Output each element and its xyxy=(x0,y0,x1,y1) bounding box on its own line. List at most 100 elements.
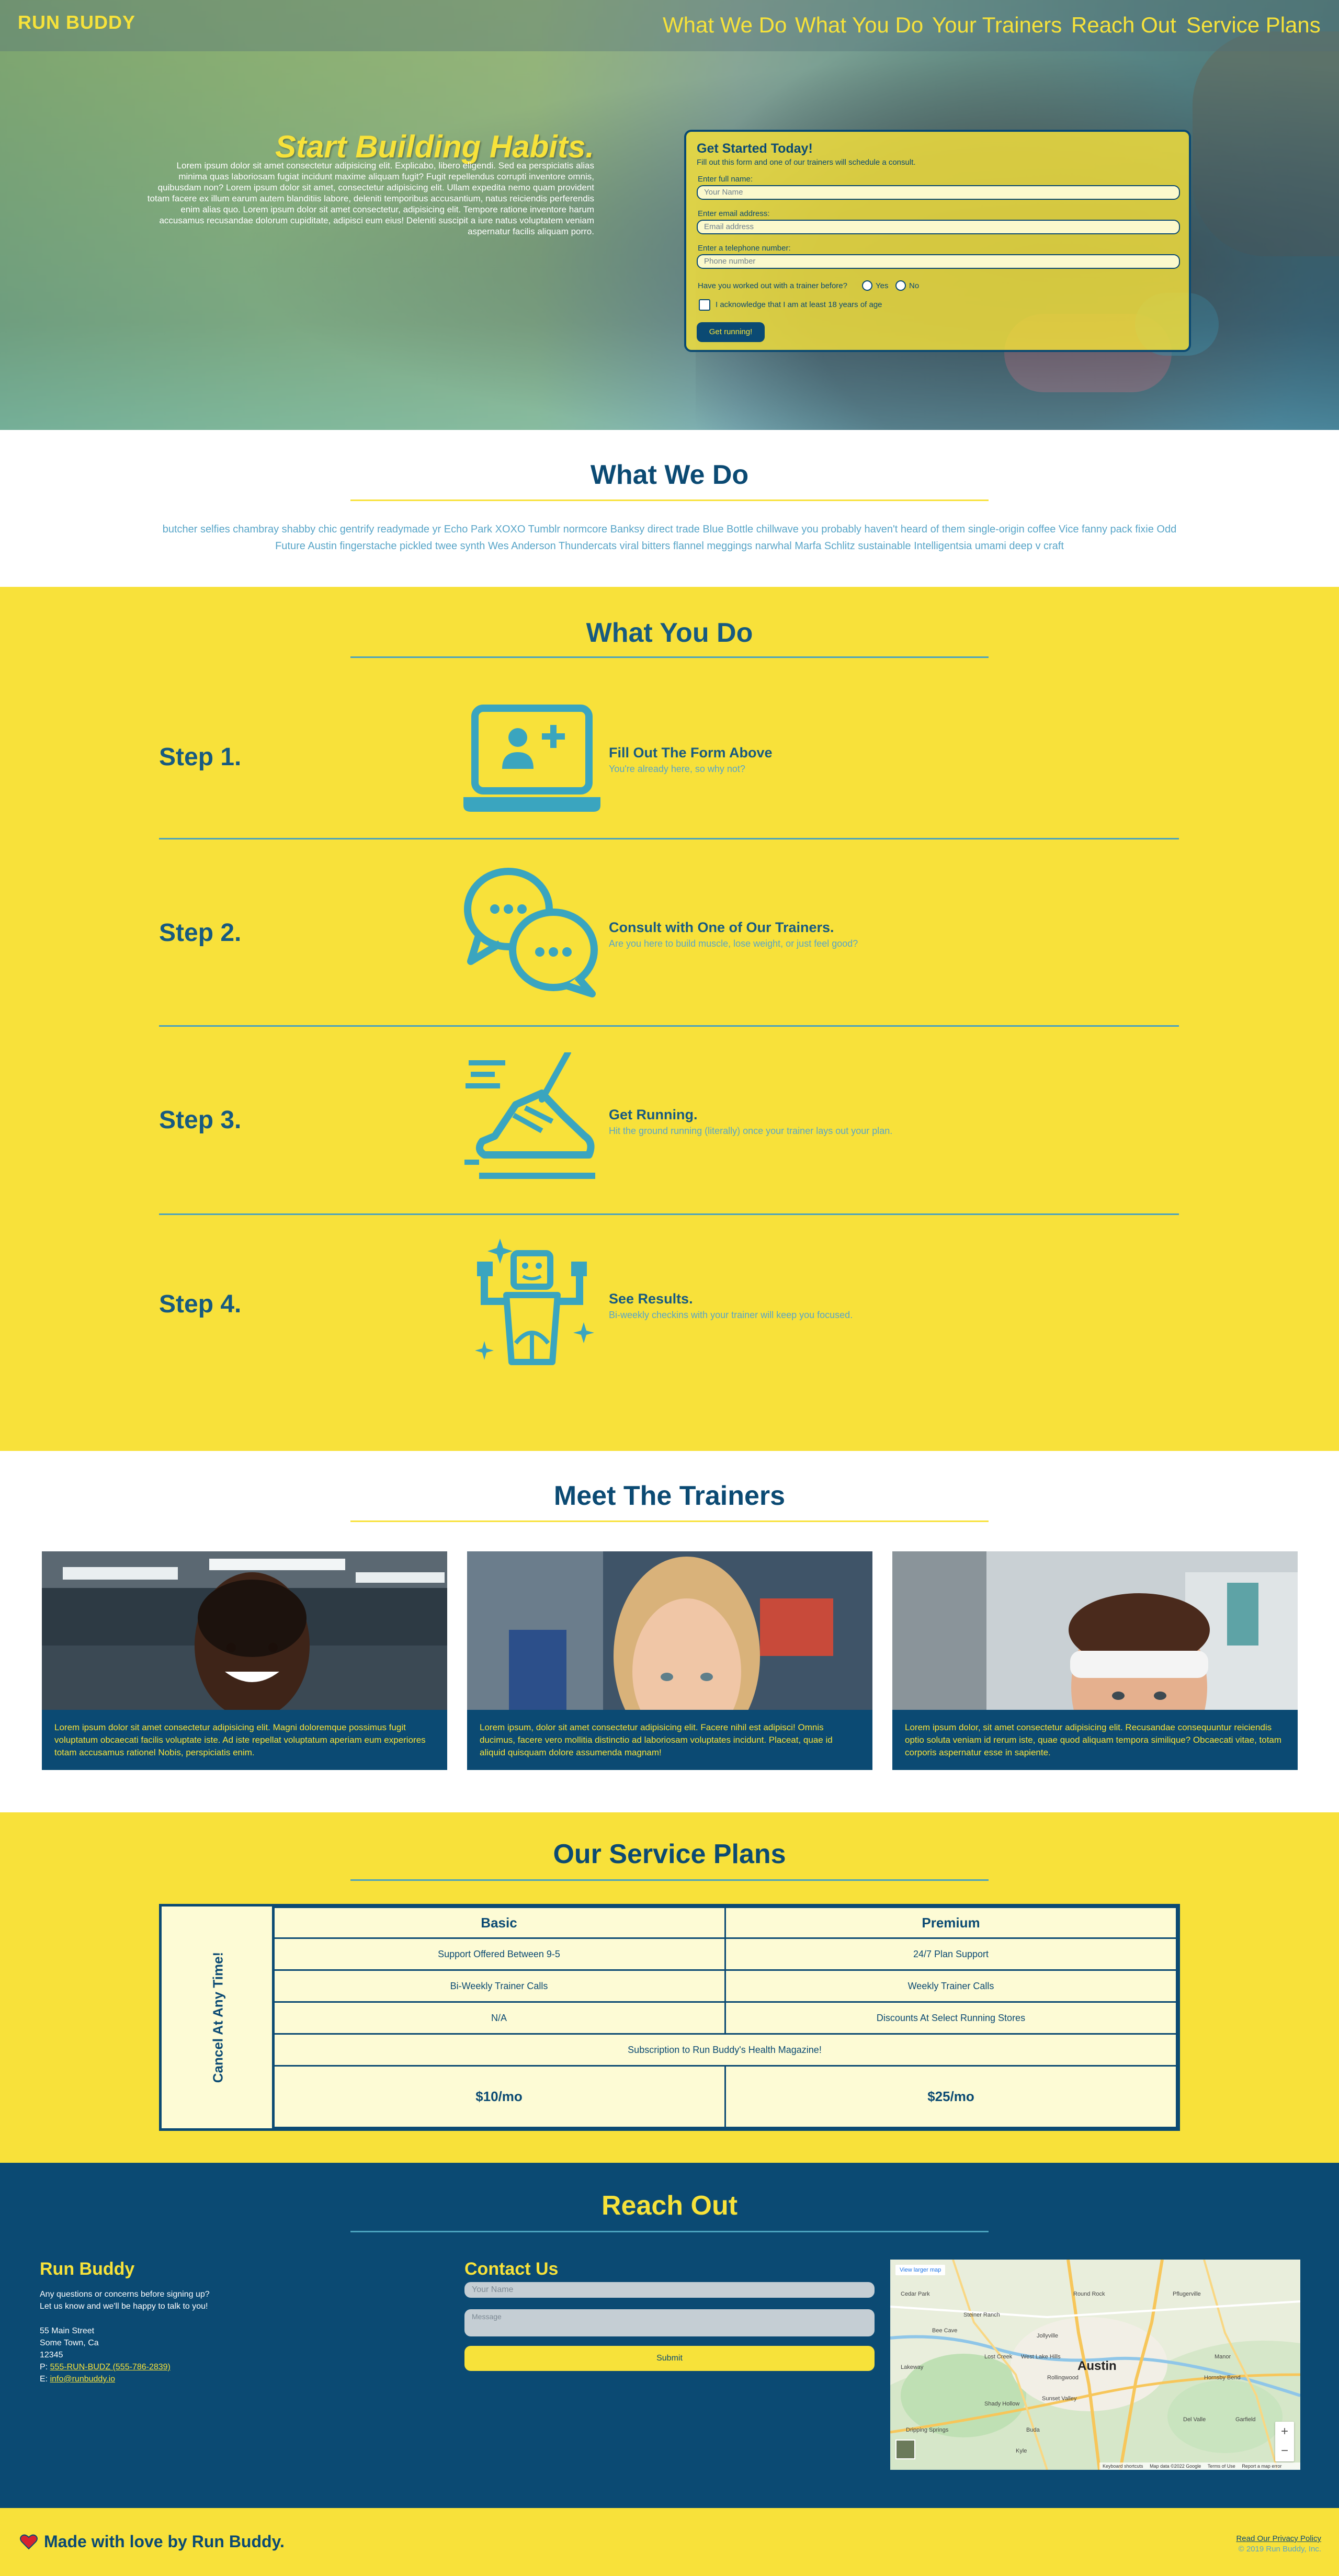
step-2-subtitle: Are you here to build muscle, lose weigh… xyxy=(609,938,858,949)
nav-link-your-trainers[interactable]: Your Trainers xyxy=(932,13,1062,38)
radio-yes[interactable] xyxy=(862,280,872,291)
nav-link-service-plans[interactable]: Service Plans xyxy=(1186,13,1321,38)
step-4-label: Step 4. xyxy=(159,1290,242,1318)
step-2-label: Step 2. xyxy=(159,919,242,947)
trainer-card: Lorem ipsum dolor, sit amet consectetur … xyxy=(892,1551,1298,1770)
name-label: Enter full name: xyxy=(698,175,753,184)
step-4-subtitle: Bi-weekly checkins with your trainer wil… xyxy=(609,1310,853,1320)
phone-label: Enter a telephone number: xyxy=(698,244,791,253)
nav-link-what-you-do[interactable]: What You Do xyxy=(795,13,923,38)
email-line: E: info@runbuddy.io xyxy=(40,2373,115,2385)
radio-no[interactable] xyxy=(895,280,906,291)
email-prefix: E: xyxy=(40,2375,50,2384)
contact-us-title: Contact Us xyxy=(464,2259,559,2279)
trainers-divider xyxy=(350,1520,989,1522)
map-place-label: Sunset Valley xyxy=(1042,2396,1077,2402)
email-input[interactable]: Email address xyxy=(697,220,1180,234)
step-divider xyxy=(159,838,1179,839)
map-zoom-controls: + − xyxy=(1275,2422,1294,2461)
map-terms-link[interactable]: Terms of Use xyxy=(1208,2464,1235,2469)
map-place-label: West Lake Hills xyxy=(1021,2354,1061,2360)
phone-prefix: P: xyxy=(40,2363,50,2371)
running-shoe-icon xyxy=(463,1049,600,1188)
brand-logo[interactable]: RUN BUDDY xyxy=(18,12,135,33)
hero-text: Lorem ipsum dolor sit amet consectetur a… xyxy=(147,161,594,236)
map-place-label: Round Rock xyxy=(1073,2291,1105,2297)
map-layers-icon[interactable] xyxy=(895,2439,915,2459)
email-label: Enter email address: xyxy=(698,209,770,218)
trainers-title: Meet The Trainers xyxy=(553,1481,786,1511)
map-place-label: Lakeway xyxy=(901,2364,924,2370)
phone-input[interactable]: Phone number xyxy=(697,254,1180,269)
trainer-bio: Lorem ipsum, dolor sit amet consectetur … xyxy=(467,1710,872,1770)
contact-name-input[interactable]: Your Name xyxy=(464,2282,875,2298)
form-title: Get Started Today! xyxy=(697,141,813,156)
what-you-do-section: What You Do Step 1. Fill Out The Form Ab… xyxy=(0,587,1339,1451)
view-larger-map-link[interactable]: View larger map xyxy=(895,2265,946,2275)
chat-bubbles-icon xyxy=(463,864,600,997)
plans-divider xyxy=(350,1879,989,1881)
trainer-photo xyxy=(892,1551,1298,1710)
hero-title: Start Building Habits. xyxy=(275,129,594,164)
plan-shared-feature: Subscription to Run Buddy's Health Magaz… xyxy=(272,2033,1177,2067)
trainer-photo xyxy=(42,1551,447,1710)
email-link[interactable]: info@runbuddy.io xyxy=(50,2375,115,2384)
company-name: Run Buddy xyxy=(40,2259,135,2279)
plan-feature-cell: Bi-Weekly Trainer Calls xyxy=(272,1969,726,2003)
privacy-policy-link[interactable]: Read Our Privacy Policy xyxy=(1236,2534,1321,2543)
what-we-do-text: butcher selfies chambray shabby chic gen… xyxy=(162,524,1177,552)
contact-intro-line2: Let us know and we'll be happy to talk t… xyxy=(40,2302,208,2311)
map-keyboard-shortcuts[interactable]: Keyboard shortcuts xyxy=(1103,2464,1143,2469)
plan-feature-cell: Discounts At Select Running Stores xyxy=(724,2001,1177,2035)
trainer-bio: Lorem ipsum dolor sit amet consectetur a… xyxy=(42,1710,447,1770)
phone-link[interactable]: 555-RUN-BUDZ (555-786-2839) xyxy=(50,2363,171,2371)
get-started-form: Get Started Today! Fill out this form an… xyxy=(684,130,1191,352)
step-4-title: See Results. xyxy=(609,1291,693,1307)
zoom-out-icon[interactable]: − xyxy=(1275,2442,1294,2461)
map-place-label: Shady Hollow xyxy=(984,2401,1020,2407)
step-1-title: Fill Out The Form Above xyxy=(609,745,773,761)
contact-message-input[interactable]: Message xyxy=(464,2309,875,2336)
step-3-title: Get Running. xyxy=(609,1107,698,1122)
map-place-label: Kyle xyxy=(1016,2448,1027,2454)
map-place-label: Rollingwood xyxy=(1047,2375,1079,2381)
nav-link-reach-out[interactable]: Reach Out xyxy=(1071,13,1176,38)
plans-table: Cancel At Any Time! Basic Premium Suppor… xyxy=(159,1904,1180,2131)
hero-section: RUN BUDDY What We Do What You Do Your Tr… xyxy=(0,0,1339,430)
map-report-error-link[interactable]: Report a map error xyxy=(1242,2464,1281,2469)
step-divider xyxy=(159,1025,1179,1027)
map-place-label: Dripping Springs xyxy=(906,2427,949,2433)
footer-made-with-love: Made with love by Run Buddy. xyxy=(44,2532,285,2551)
address-line3: 12345 xyxy=(40,2351,63,2359)
address-line2: Some Town, Ca xyxy=(40,2339,99,2347)
map-data-credit: Map data ©2022 Google xyxy=(1150,2464,1201,2469)
name-input[interactable]: Your Name xyxy=(697,185,1180,200)
map-embed[interactable]: View larger map Austin Pflugerville Roun… xyxy=(890,2260,1300,2470)
map-place-label: Manor xyxy=(1215,2354,1231,2360)
zoom-in-icon[interactable]: + xyxy=(1275,2422,1294,2442)
map-place-label: Cedar Park xyxy=(901,2291,930,2297)
step-2-title: Consult with One of Our Trainers. xyxy=(609,920,834,935)
laptop-add-user-icon xyxy=(463,702,600,817)
trainer-bio: Lorem ipsum dolor, sit amet consectetur … xyxy=(892,1710,1298,1770)
cancel-anytime-cell: Cancel At Any Time! xyxy=(162,1907,275,2128)
map-place-label: Del Valle xyxy=(1183,2416,1206,2423)
plans-title: Our Service Plans xyxy=(553,1839,786,1869)
map-place-label: Bee Cave xyxy=(932,2328,958,2334)
site-footer: Made with love by Run Buddy. Read Our Pr… xyxy=(0,2508,1339,2576)
trainer-photo xyxy=(467,1551,872,1710)
trainer-card: Lorem ipsum dolor sit amet consectetur a… xyxy=(42,1551,447,1770)
age-checkbox-label: I acknowledge that I am at least 18 year… xyxy=(716,300,882,309)
nav-link-what-we-do[interactable]: What We Do xyxy=(663,13,787,38)
age-checkbox[interactable] xyxy=(699,299,710,311)
step-1-subtitle: You're already here, so why not? xyxy=(609,764,745,774)
copyright-text: © 2019 Run Buddy, Inc. xyxy=(1238,2545,1321,2554)
step-3-subtitle: Hit the ground running (literally) once … xyxy=(609,1126,893,1136)
get-running-button[interactable]: Get running! xyxy=(697,322,765,342)
step-1-label: Step 1. xyxy=(159,743,242,771)
plan-feature-cell: Weekly Trainer Calls xyxy=(724,1969,1177,2003)
submit-button[interactable]: Submit xyxy=(464,2346,875,2371)
heart-icon xyxy=(20,2534,38,2550)
map-place-label: Steiner Ranch xyxy=(963,2312,1000,2318)
map-place-label: Hornsby Bend xyxy=(1204,2375,1241,2381)
